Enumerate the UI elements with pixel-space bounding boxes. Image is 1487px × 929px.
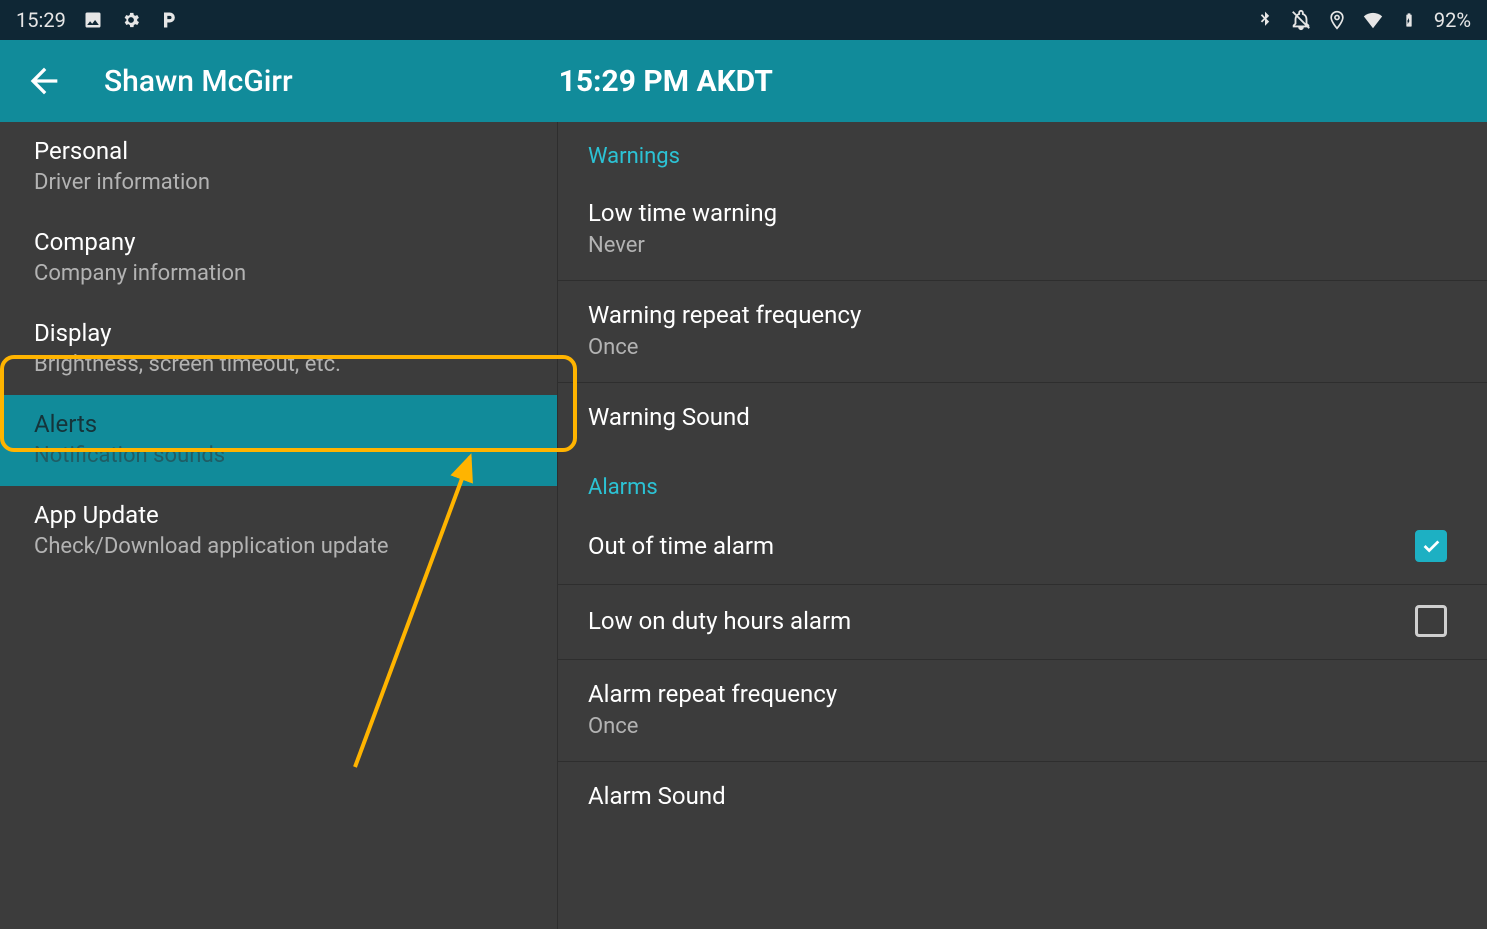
setting-label: Low time warning bbox=[588, 199, 1457, 227]
page-title: Shawn McGirr bbox=[104, 64, 293, 99]
checkbox-low-on-duty-hours-alarm[interactable] bbox=[1415, 605, 1447, 637]
sidebar-item-subtitle: Check/Download application update bbox=[34, 534, 523, 559]
sidebar: Personal Driver information Company Comp… bbox=[0, 122, 557, 929]
back-button[interactable] bbox=[20, 57, 68, 105]
bell-off-icon bbox=[1290, 9, 1312, 31]
location-icon bbox=[1326, 9, 1348, 31]
setting-value: Once bbox=[588, 335, 1457, 360]
gear-icon bbox=[120, 9, 142, 31]
sidebar-item-alerts[interactable]: Alerts Notification sounds bbox=[0, 395, 557, 486]
setting-value: Never bbox=[588, 233, 1457, 258]
check-icon bbox=[1420, 535, 1442, 557]
status-bar: 15:29 92% bbox=[0, 0, 1487, 40]
image-icon bbox=[82, 9, 104, 31]
setting-warning-repeat-frequency[interactable]: Warning repeat frequency Once bbox=[558, 281, 1487, 383]
app-bar-clock: 15:29 PM AKDT bbox=[559, 64, 773, 99]
sidebar-item-label: App Update bbox=[34, 500, 523, 530]
setting-label: Low on duty hours alarm bbox=[588, 607, 1415, 635]
status-time: 15:29 bbox=[16, 8, 66, 32]
bluetooth-icon bbox=[1254, 9, 1276, 31]
battery-icon bbox=[1398, 9, 1420, 31]
section-header-alarms: Alarms bbox=[558, 453, 1487, 510]
sidebar-item-company[interactable]: Company Company information bbox=[0, 213, 557, 304]
setting-value: Once bbox=[588, 714, 1457, 739]
setting-label: Warning Sound bbox=[588, 403, 1457, 431]
arrow-back-icon bbox=[24, 61, 64, 101]
sidebar-item-label: Display bbox=[34, 318, 523, 348]
sidebar-item-personal[interactable]: Personal Driver information bbox=[0, 122, 557, 213]
wifi-icon bbox=[1362, 9, 1384, 31]
setting-label: Out of time alarm bbox=[588, 532, 1415, 560]
sidebar-item-label: Company bbox=[34, 227, 523, 257]
sidebar-item-label: Alerts bbox=[34, 409, 523, 439]
detail-pane: Warnings Low time warning Never Warning … bbox=[557, 122, 1487, 929]
sidebar-item-label: Personal bbox=[34, 136, 523, 166]
setting-out-of-time-alarm[interactable]: Out of time alarm bbox=[558, 510, 1487, 585]
sidebar-item-subtitle: Driver information bbox=[34, 170, 523, 195]
sidebar-item-subtitle: Company information bbox=[34, 261, 523, 286]
setting-low-time-warning[interactable]: Low time warning Never bbox=[558, 179, 1487, 281]
app-bar: Shawn McGirr 15:29 PM AKDT bbox=[0, 40, 1487, 122]
p-icon bbox=[158, 9, 180, 31]
status-battery-pct: 92% bbox=[1434, 8, 1471, 32]
setting-label: Alarm repeat frequency bbox=[588, 680, 1457, 708]
section-header-warnings: Warnings bbox=[558, 122, 1487, 179]
setting-alarm-repeat-frequency[interactable]: Alarm repeat frequency Once bbox=[558, 660, 1487, 762]
checkbox-out-of-time-alarm[interactable] bbox=[1415, 530, 1447, 562]
sidebar-item-subtitle: Brightness, screen timeout, etc. bbox=[34, 352, 523, 377]
sidebar-item-app-update[interactable]: App Update Check/Download application up… bbox=[0, 486, 557, 577]
setting-low-on-duty-hours-alarm[interactable]: Low on duty hours alarm bbox=[558, 585, 1487, 660]
setting-label: Warning repeat frequency bbox=[588, 301, 1457, 329]
setting-label: Alarm Sound bbox=[588, 782, 1457, 810]
sidebar-item-subtitle: Notification sounds bbox=[34, 443, 523, 468]
setting-alarm-sound[interactable]: Alarm Sound bbox=[558, 762, 1487, 832]
sidebar-item-display[interactable]: Display Brightness, screen timeout, etc. bbox=[0, 304, 557, 395]
setting-warning-sound[interactable]: Warning Sound bbox=[558, 383, 1487, 453]
